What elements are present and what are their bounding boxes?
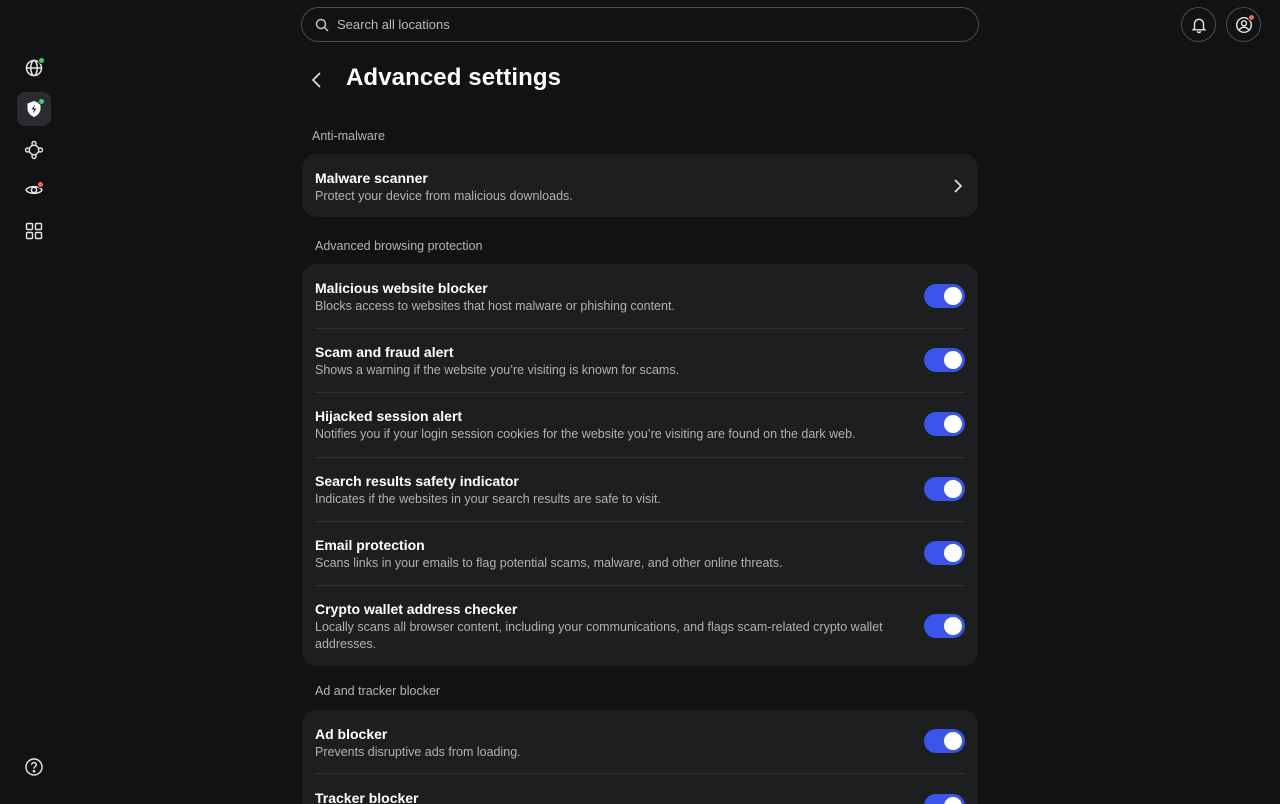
section-label: Advanced browsing protection: [315, 239, 483, 253]
toggle-knob: [944, 797, 962, 804]
setting-description: Protect your device from malicious downl…: [315, 189, 573, 203]
search-bar[interactable]: [301, 7, 979, 42]
sidebar-item-dark-web-monitor[interactable]: [17, 173, 51, 207]
settings-card: Malicious website blocker Blocks access …: [302, 264, 978, 666]
setting-row-scam-fraud-alert: Scam and fraud alert Shows a warning if …: [302, 328, 978, 392]
chevron-left-icon: [311, 72, 321, 88]
setting-row-tracker-blocker: Tracker blocker: [302, 773, 978, 804]
scam-fraud-alert-toggle[interactable]: [924, 348, 965, 372]
notifications-button[interactable]: [1181, 7, 1216, 42]
settings-card: Malware scanner Protect your device from…: [302, 154, 978, 217]
toggle-knob: [944, 287, 962, 305]
apps-grid-icon: [25, 222, 43, 240]
malicious-website-blocker-toggle[interactable]: [924, 284, 965, 308]
search-results-safety-toggle[interactable]: [924, 477, 965, 501]
app-window: Advanced settings Anti-malware Malware s…: [0, 0, 1280, 804]
sidebar-item-meshnet[interactable]: [17, 133, 51, 167]
setting-row-ad-blocker: Ad blocker Prevents disruptive ads from …: [302, 710, 978, 773]
setting-row-search-results-safety: Search results safety indicator Indicate…: [302, 457, 978, 521]
toggle-knob: [944, 351, 962, 369]
status-dot-red: [37, 181, 44, 188]
search-input[interactable]: [337, 17, 937, 32]
section-label: Anti-malware: [312, 129, 385, 143]
setting-title: Malware scanner: [315, 170, 428, 186]
setting-title: Malicious website blocker: [315, 280, 488, 296]
setting-title: Tracker blocker: [315, 790, 419, 804]
section-label: Ad and tracker blocker: [315, 684, 441, 698]
back-button[interactable]: [305, 68, 329, 92]
sidebar-item-threat-protection[interactable]: [17, 92, 51, 126]
setting-description: Indicates if the websites in your search…: [315, 492, 661, 506]
setting-row-malicious-website-blocker: Malicious website blocker Blocks access …: [302, 264, 978, 328]
status-dot-green: [38, 98, 45, 105]
email-protection-toggle[interactable]: [924, 541, 965, 565]
help-icon: [25, 758, 43, 776]
mesh-network-icon: [24, 140, 44, 160]
setting-title: Search results safety indicator: [315, 473, 519, 489]
page-title: Advanced settings: [346, 64, 562, 91]
sidebar: [0, 0, 68, 804]
chevron-right-icon: [954, 179, 963, 193]
account-button[interactable]: [1226, 7, 1261, 42]
toggle-knob: [944, 617, 962, 635]
hijacked-session-alert-toggle[interactable]: [924, 412, 965, 436]
bell-icon: [1191, 18, 1206, 33]
toggle-knob: [944, 544, 962, 562]
crypto-wallet-checker-toggle[interactable]: [924, 614, 965, 638]
toggle-knob: [944, 732, 962, 750]
setting-description: Scans links in your emails to flag poten…: [315, 556, 783, 570]
sidebar-item-globe[interactable]: [17, 51, 51, 85]
setting-row-hijacked-session-alert: Hijacked session alert Notifies you if y…: [302, 392, 978, 457]
setting-title: Crypto wallet address checker: [315, 601, 518, 617]
status-dot-red: [1248, 14, 1255, 21]
sidebar-item-apps[interactable]: [17, 214, 51, 248]
ad-blocker-toggle[interactable]: [924, 729, 965, 753]
setting-description: Prevents disruptive ads from loading.: [315, 745, 521, 759]
setting-description: Notifies you if your login session cooki…: [315, 427, 856, 441]
setting-title: Email protection: [315, 537, 425, 553]
toggle-knob: [944, 415, 962, 433]
tracker-blocker-toggle[interactable]: [924, 794, 965, 804]
setting-description: Blocks access to websites that host malw…: [315, 299, 675, 313]
sidebar-item-help[interactable]: [17, 750, 51, 784]
settings-card: Ad blocker Prevents disruptive ads from …: [302, 710, 978, 804]
status-dot-green: [38, 57, 45, 64]
search-icon: [315, 18, 329, 31]
setting-row-email-protection: Email protection Scans links in your ema…: [302, 521, 978, 585]
setting-title: Scam and fraud alert: [315, 344, 454, 360]
setting-title: Hijacked session alert: [315, 408, 463, 424]
setting-row-crypto-wallet-checker: Crypto wallet address checker Locally sc…: [302, 585, 978, 666]
setting-row-malware-scanner[interactable]: Malware scanner Protect your device from…: [302, 154, 978, 217]
setting-title: Ad blocker: [315, 726, 388, 742]
setting-description: Shows a warning if the website you’re vi…: [315, 363, 680, 377]
setting-description: Locally scans all browser content, inclu…: [315, 620, 883, 651]
toggle-knob: [944, 480, 962, 498]
